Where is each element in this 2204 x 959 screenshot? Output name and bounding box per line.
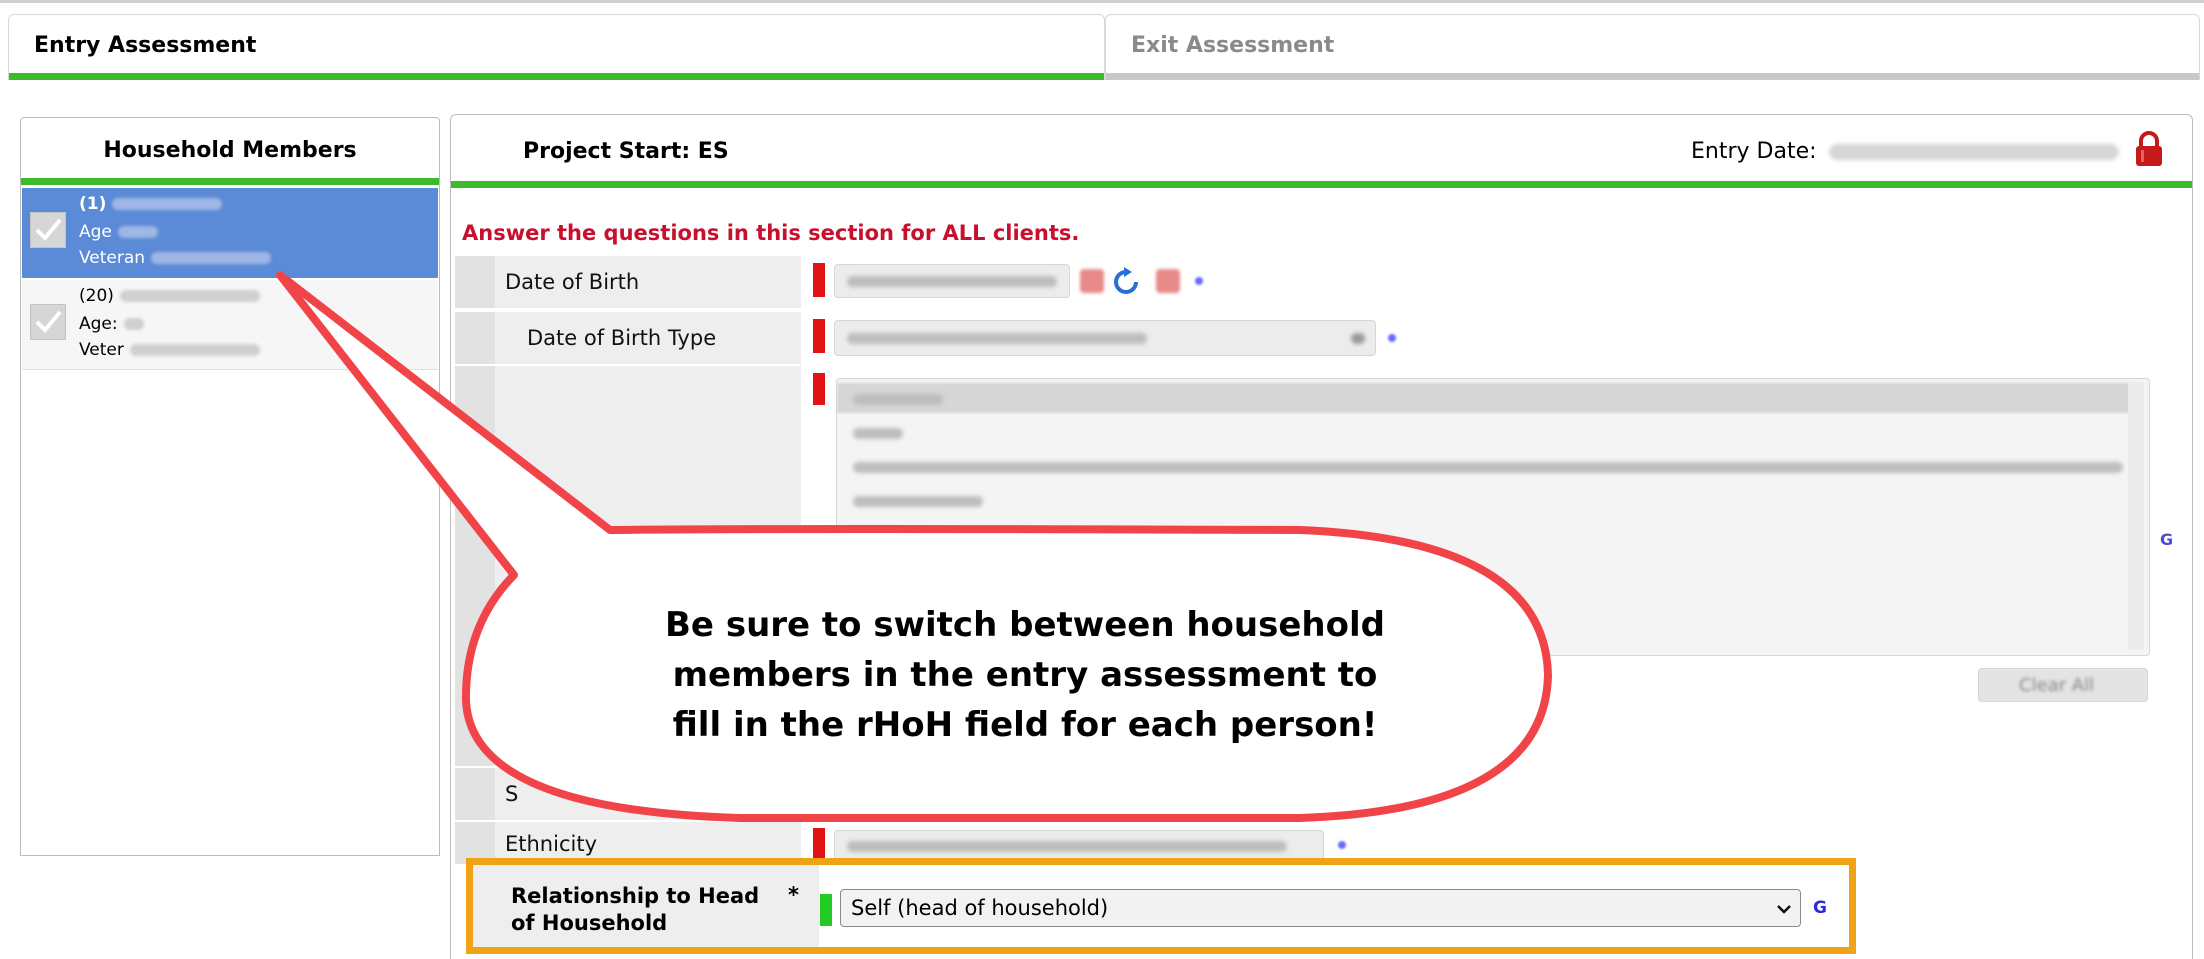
member-20-name-line: (20) (79, 286, 260, 306)
partial-label: S (505, 782, 519, 806)
member-1-name-line: (1) (79, 194, 223, 214)
relationship-label-line-2: of Household (511, 911, 668, 935)
member-20-age-redacted (123, 318, 144, 330)
project-title-bar (451, 181, 2192, 188)
required-indicator (813, 373, 825, 405)
required-indicator (813, 828, 825, 858)
row-gutter (455, 256, 495, 308)
history-dot-icon[interactable] (1388, 334, 1396, 342)
tab-exit-label: Exit Assessment (1131, 33, 1335, 58)
member-1-veteran-redacted (151, 252, 272, 264)
history-dot-icon[interactable] (1195, 277, 1203, 285)
member-1-name-redacted (112, 198, 223, 210)
member-20-number: (20) (79, 286, 114, 306)
household-members-panel: Household Members (1) Age Veteran (20) A… (20, 117, 440, 856)
g-icon[interactable]: G (2160, 530, 2173, 549)
history-dot-icon[interactable] (1338, 841, 1346, 849)
dob-type-select[interactable] (834, 320, 1376, 356)
tab-exit-assessment[interactable]: Exit Assessment (1105, 14, 2200, 80)
dob-value-redacted (847, 276, 1057, 287)
member-checkbox-icon[interactable] (30, 212, 66, 248)
member-20-veteran-label: Veter (79, 340, 124, 360)
row-gutter (455, 366, 495, 766)
relationship-select-value: Self (head of household) (851, 896, 1109, 920)
tab-entry-assessment[interactable]: Entry Assessment (8, 14, 1105, 80)
household-member-20[interactable]: (20) Age: Veter (22, 280, 438, 370)
tab-exit-bar (1106, 73, 2199, 80)
entry-date-value-redacted (1829, 144, 2119, 160)
tab-entry-active-bar (9, 73, 1104, 80)
member-1-veteran-label: Veteran (79, 248, 146, 268)
ethnicity-label: Ethnicity (505, 832, 597, 856)
instruction-text: Answer the questions in this section for… (462, 221, 1080, 245)
gender-selected-highlight (837, 383, 2131, 413)
dob-row: Date of Birth (455, 256, 801, 308)
project-title: Project Start: ES (523, 139, 729, 164)
dob-type-value-redacted (847, 333, 1147, 344)
calendar-icon[interactable] (1080, 269, 1104, 293)
callout-line-2: members in the entry assessment to (672, 655, 1378, 695)
tab-entry-label: Entry Assessment (34, 33, 257, 58)
required-indicator (813, 319, 825, 353)
member-1-number: (1) (79, 194, 107, 214)
relationship-select[interactable]: Self (head of household) (840, 889, 1801, 927)
member-1-age-line: Age (79, 222, 158, 242)
row-gutter (455, 312, 495, 364)
relationship-highlight-box: Relationship to Head of Household * Self… (466, 858, 1856, 954)
chevron-down-icon (1351, 333, 1365, 344)
clear-all-label: Clear All (2019, 675, 2095, 696)
gender-option-redacted (853, 394, 943, 405)
calendar-add-icon[interactable] (1156, 269, 1180, 293)
top-border (0, 0, 2204, 3)
chevron-down-icon (1776, 901, 1792, 920)
required-indicator (813, 263, 825, 297)
gender-option-redacted (853, 496, 983, 507)
dob-type-label: Date of Birth Type (527, 326, 717, 350)
member-checkbox-icon[interactable] (30, 304, 66, 340)
ethnicity-select[interactable] (834, 830, 1324, 860)
lock-icon[interactable] (2134, 131, 2164, 171)
member-1-age-label: Age (79, 222, 112, 242)
required-star: * (788, 883, 799, 907)
relationship-label-line-1: Relationship to Head (511, 884, 760, 908)
member-20-name-redacted (119, 290, 260, 302)
member-20-age-label: Age: (79, 314, 118, 334)
gender-option-redacted (853, 428, 903, 439)
callout-text: Be sure to switch between household memb… (600, 600, 1450, 750)
household-member-1[interactable]: (1) Age Veteran (22, 188, 438, 278)
member-1-age-redacted (117, 226, 158, 238)
member-20-age-line: Age: (79, 314, 144, 334)
dob-input[interactable] (834, 264, 1070, 298)
member-20-veteran-line: Veter (79, 340, 260, 360)
dob-label: Date of Birth (505, 270, 640, 294)
callout-line-1: Be sure to switch between household (665, 605, 1385, 645)
row-gutter (455, 768, 495, 820)
relationship-label: Relationship to Head of Household (511, 883, 759, 937)
gender-option-redacted (853, 462, 2123, 473)
member-20-veteran-redacted (129, 344, 260, 356)
scrollbar[interactable] (2128, 382, 2144, 650)
partial-row: S (455, 768, 801, 820)
g-icon[interactable]: G (1813, 898, 1827, 918)
ethnicity-value-redacted (847, 841, 1287, 852)
valid-indicator (820, 894, 832, 926)
callout-line-3: fill in the rHoH field for each person! (672, 705, 1378, 745)
entry-date-label: Entry Date: (1691, 139, 1817, 164)
refresh-icon[interactable] (1110, 266, 1142, 302)
clear-all-button[interactable]: Clear All (1978, 668, 2148, 702)
dob-type-row: Date of Birth Type (455, 312, 801, 364)
household-members-title: Household Members (103, 138, 357, 163)
household-title-bar (21, 178, 439, 185)
member-1-veteran-line: Veteran (79, 248, 272, 268)
